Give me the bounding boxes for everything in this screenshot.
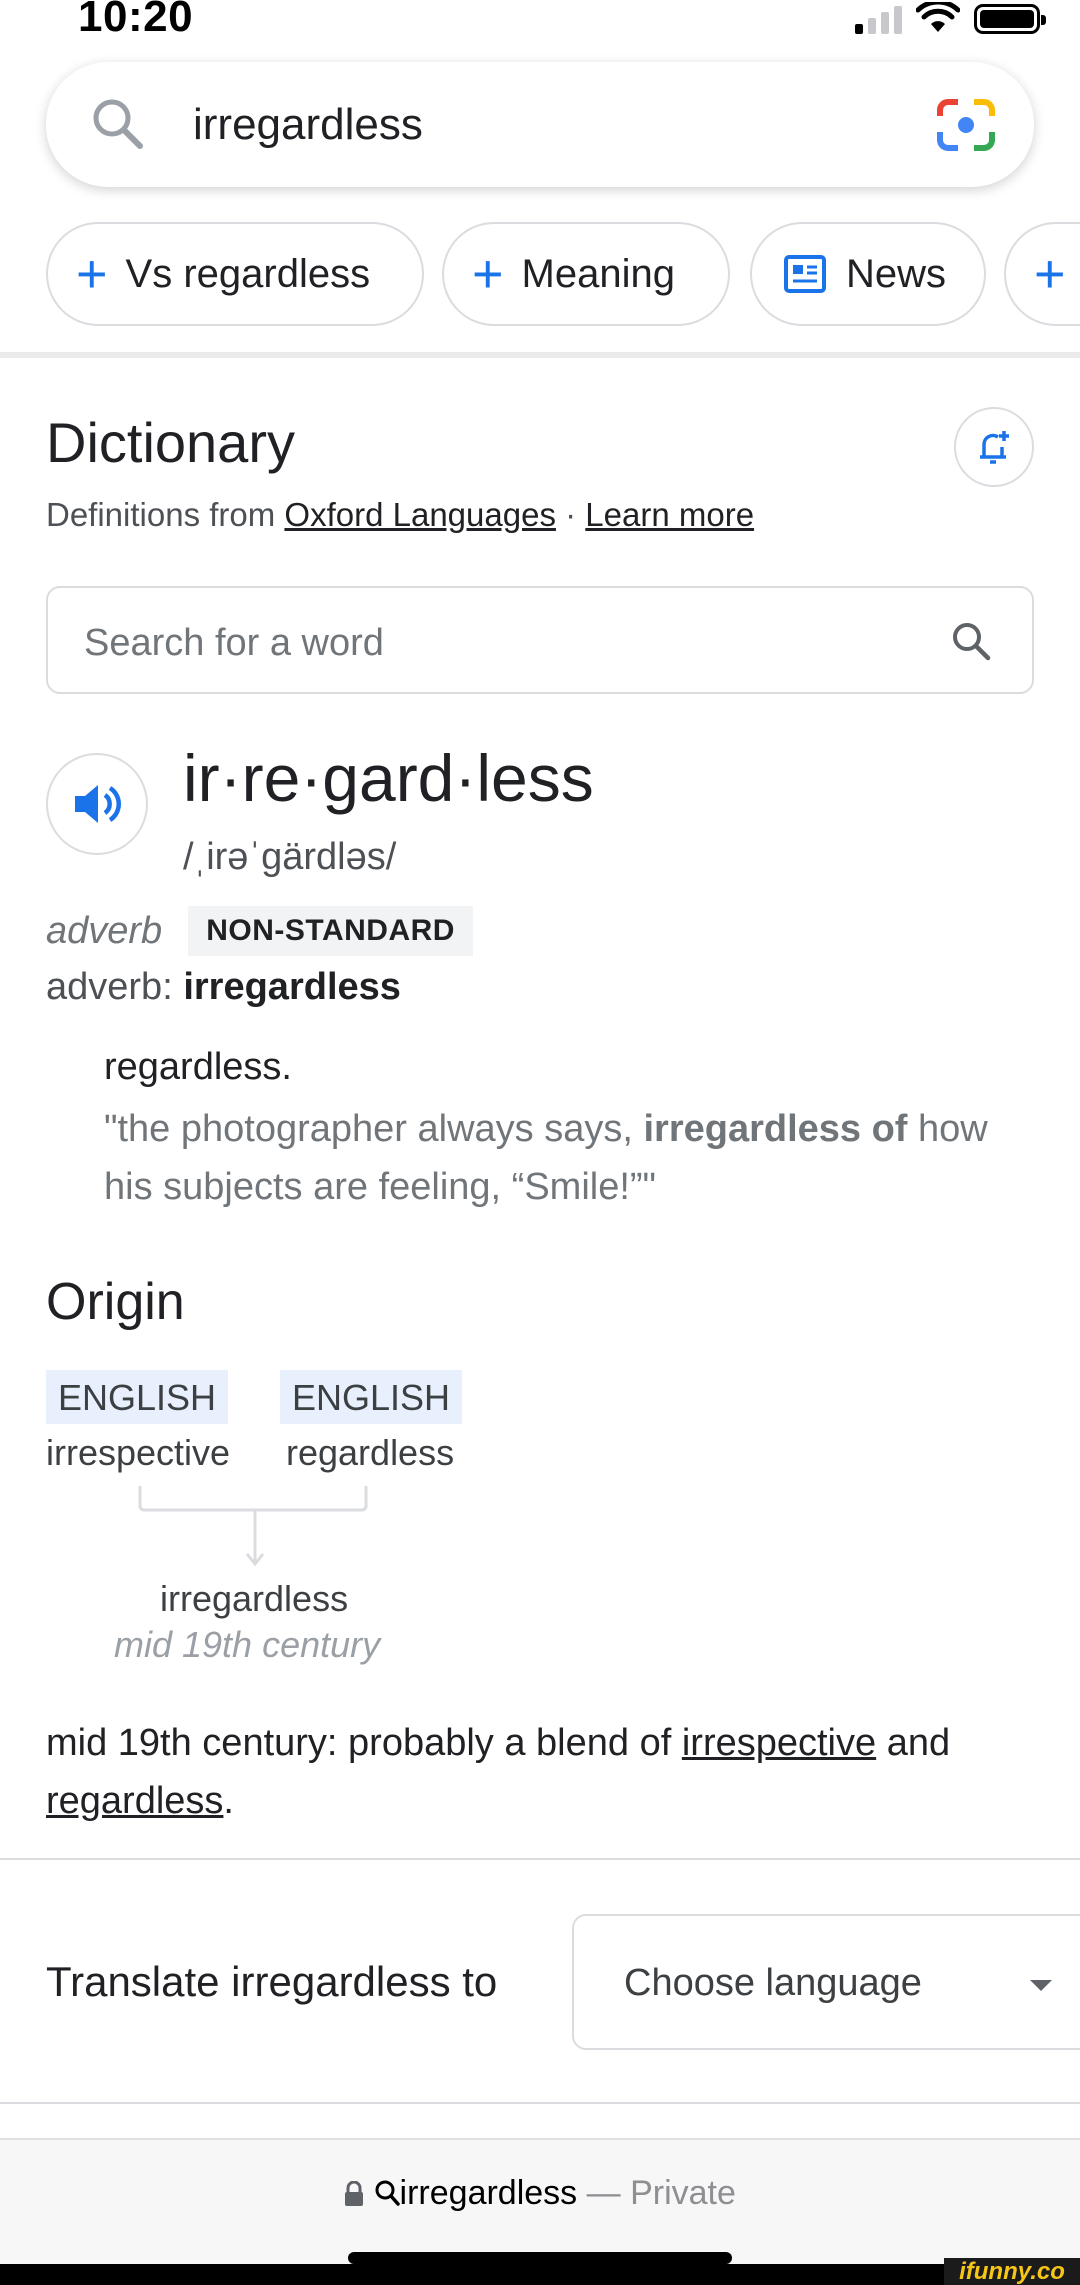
part-of-speech: adverb	[46, 909, 163, 952]
origin-text-pre: mid 19th century: probably a blend of	[46, 1722, 682, 1764]
bottom-strip	[0, 2264, 944, 2285]
search-icon	[375, 2180, 400, 2206]
speaker-icon	[75, 785, 121, 823]
chip-label: Meaning	[521, 251, 675, 296]
origin-source-word: regardless	[286, 1432, 455, 1473]
section-divider	[0, 2102, 1080, 2104]
chip-label: Vs regardless	[125, 251, 371, 296]
definition: regardless.	[104, 1046, 292, 1088]
add-alert-button[interactable]	[954, 407, 1034, 487]
word-search-input[interactable]: Search for a word	[46, 586, 1034, 694]
plus-icon: +	[1034, 244, 1066, 304]
chip-more[interactable]: +	[1004, 222, 1080, 326]
phonetic: /ˌirəˈɡärdləs/	[183, 836, 397, 878]
usage-badge: NON-STANDARD	[188, 906, 473, 956]
plus-icon: +	[472, 244, 504, 304]
address-query: irregardless	[399, 2174, 578, 2212]
wifi-icon	[916, 2, 960, 32]
home-indicator[interactable]	[348, 2252, 732, 2264]
headword: ir·re·gard·less	[183, 741, 594, 815]
origin-result-date: mid 19th century	[114, 1624, 381, 1665]
google-lens-icon[interactable]	[936, 98, 996, 152]
dictionary-source-line: Definitions from Oxford Languages · Lear…	[46, 496, 754, 534]
example-bold: irregardless of	[643, 1108, 908, 1150]
origin-result-word: irregardless	[160, 1578, 349, 1619]
adverb-word: irregardless	[183, 966, 401, 1008]
origin-text-end: .	[223, 1780, 234, 1822]
status-time: 10:20	[78, 0, 194, 41]
origin-source-word: irrespective	[46, 1432, 231, 1473]
oxford-languages-link[interactable]: Oxford Languages	[284, 496, 556, 533]
adverb-colon: :	[162, 966, 173, 1008]
news-icon	[784, 255, 826, 293]
irrespective-link[interactable]: irrespective	[682, 1722, 876, 1764]
adverb-line: adverb: irregardless	[46, 966, 401, 1009]
adverb-label: adverb	[46, 966, 163, 1008]
search-query[interactable]: irregardless	[193, 100, 423, 150]
learn-more-link[interactable]: Learn more	[585, 496, 754, 533]
status-bar: 10:20	[0, 0, 1080, 50]
chip-meaning[interactable]: + Meaning	[442, 222, 730, 326]
dropdown-caret-icon	[1030, 1980, 1052, 1991]
address-separator: —	[586, 2174, 621, 2212]
section-divider	[0, 1858, 1080, 1860]
example-sentence: "the photographer always says, irregardl…	[104, 1100, 1004, 1216]
search-box[interactable]: irregardless	[46, 62, 1034, 187]
example-pre: "the photographer always says,	[104, 1108, 644, 1150]
chip-vs-regardless[interactable]: + Vs regardless	[46, 222, 424, 326]
watermark: ifunny.co	[944, 2258, 1080, 2285]
section-divider	[0, 352, 1080, 358]
source-prefix: Definitions from	[46, 496, 276, 533]
search-icon[interactable]	[950, 620, 992, 662]
lock-icon	[345, 2180, 364, 2206]
suggestion-chips: + Vs regardless + Meaning News +	[46, 222, 1080, 326]
chip-news[interactable]: News	[750, 222, 986, 326]
private-mode-label: Private	[630, 2174, 736, 2212]
regardless-link[interactable]: regardless	[46, 1780, 223, 1822]
etymology-connector	[138, 1486, 368, 1567]
language-select-value: Choose language	[624, 1962, 922, 2004]
search-icon	[93, 99, 143, 149]
origin-title: Origin	[46, 1273, 185, 1331]
language-select[interactable]: Choose language	[572, 1914, 1080, 2050]
dictionary-title: Dictionary	[46, 411, 295, 474]
pronunciation-play-button[interactable]	[46, 753, 148, 855]
translate-label: Translate irregardless to	[46, 1958, 498, 2005]
origin-text-mid: and	[876, 1722, 951, 1764]
address-text[interactable]: irregardless — Private	[0, 2174, 1080, 2213]
word-search-placeholder: Search for a word	[84, 622, 384, 664]
separator-dot: ·	[565, 496, 577, 533]
origin-text: mid 19th century: probably a blend of ir…	[46, 1714, 1036, 1830]
chip-label: News	[846, 251, 947, 296]
plus-icon: +	[76, 244, 108, 304]
status-icons	[855, 2, 1046, 34]
origin-lang-tag: ENGLISH	[280, 1370, 463, 1424]
battery-icon	[974, 4, 1046, 34]
bell-plus-icon	[980, 431, 1009, 464]
part-of-speech-row: adverb NON-STANDARD	[46, 906, 473, 956]
cellular-signal-icon	[855, 4, 902, 34]
origin-lang-tag: ENGLISH	[46, 1370, 229, 1424]
